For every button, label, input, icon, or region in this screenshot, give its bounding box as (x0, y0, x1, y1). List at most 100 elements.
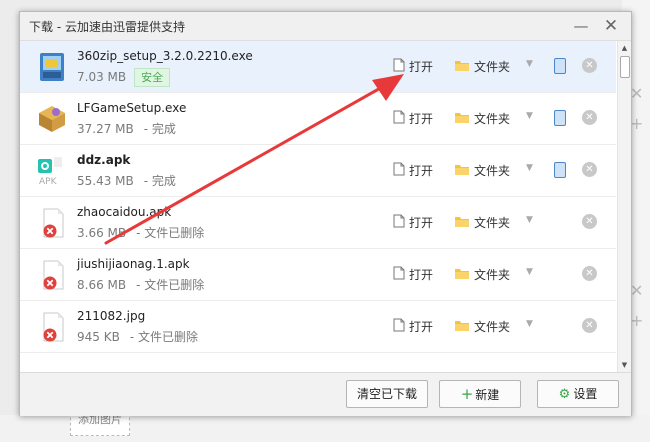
list-scrollbar[interactable]: ▲ ▼ (617, 41, 631, 372)
installer-package-icon (36, 51, 68, 83)
game-setup-icon (36, 103, 68, 135)
open-label: 打开 (409, 216, 434, 230)
remove-item-icon[interactable]: ✕ (582, 266, 597, 281)
document-icon (393, 110, 405, 130)
open-file-button[interactable]: 打开 (393, 213, 433, 233)
remove-item-icon[interactable]: ✕ (582, 58, 597, 73)
send-to-phone-icon[interactable] (554, 58, 566, 74)
remove-item-icon[interactable]: ✕ (582, 110, 597, 125)
file-status: - 完成 (143, 174, 176, 188)
open-label: 打开 (409, 268, 434, 282)
deleted-file-icon (36, 259, 68, 291)
download-row[interactable]: LFGameSetup.exe 37.27 MB - 完成 打开 文件夹 ▼ ✕ (20, 93, 616, 145)
remove-item-icon[interactable]: ✕ (582, 214, 597, 229)
file-name: jiushijiaonag.1.apk (77, 257, 190, 271)
dropdown-caret-icon[interactable]: ▼ (526, 163, 533, 173)
open-file-button[interactable]: 打开 (393, 265, 433, 285)
open-folder-button[interactable]: 文件夹 (454, 317, 510, 337)
file-name: LFGameSetup.exe (77, 101, 187, 115)
document-icon (393, 214, 405, 234)
dropdown-caret-icon[interactable]: ▼ (526, 59, 533, 69)
open-folder-button[interactable]: 文件夹 (454, 213, 510, 233)
open-folder-button[interactable]: 文件夹 (454, 109, 510, 129)
file-name: 360zip_setup_3.2.0.2210.exe (77, 49, 253, 63)
background-close-icon: ✕ (630, 281, 644, 300)
file-size: 3.66 MB (77, 226, 127, 240)
file-size: 55.43 MB (77, 174, 134, 188)
document-icon (393, 266, 405, 286)
folder-label: 文件夹 (474, 112, 511, 126)
file-name: 211082.jpg (77, 309, 146, 323)
open-folder-button[interactable]: 文件夹 (454, 161, 510, 181)
document-icon (393, 58, 405, 78)
deleted-file-icon (36, 207, 68, 239)
open-file-button[interactable]: 打开 (393, 109, 433, 129)
document-icon (393, 162, 405, 182)
apk-file-icon: APK (36, 155, 68, 187)
minimize-button[interactable]: — (568, 14, 594, 38)
file-size: 7.03 MB (77, 70, 127, 84)
new-download-button[interactable]: + 新建 (439, 380, 521, 408)
file-size: 945 KB (77, 330, 120, 344)
open-folder-button[interactable]: 文件夹 (454, 57, 510, 77)
file-meta: 945 KB - 文件已删除 (77, 328, 198, 345)
safe-badge: 安全 (134, 68, 171, 87)
download-row-partial[interactable] (20, 353, 616, 372)
dropdown-caret-icon[interactable]: ▼ (526, 319, 533, 329)
folder-label: 文件夹 (474, 164, 511, 178)
clear-downloaded-label: 清空已下载 (356, 387, 417, 401)
download-row[interactable]: jiushijiaonag.1.apk 8.66 MB - 文件已删除 打开 文件夹 ▼ ✕ (20, 249, 616, 301)
open-file-button[interactable]: 打开 (393, 161, 433, 181)
folder-icon (454, 214, 470, 234)
download-row[interactable]: APK ddz.apk 55.43 MB - 完成 打开 文件夹 ▼ ✕ (20, 145, 616, 197)
document-icon (393, 318, 405, 338)
folder-icon (454, 58, 470, 78)
dropdown-caret-icon[interactable]: ▼ (526, 215, 533, 225)
settings-label: 设置 (573, 387, 598, 401)
title-bar: 下载 - 云加速由迅雷提供支持 — ✕ (20, 12, 631, 41)
file-meta: 7.03 MB 安全 (77, 68, 171, 87)
clear-downloaded-button[interactable]: 清空已下载 (346, 380, 428, 408)
download-row[interactable]: 360zip_setup_3.2.0.2210.exe 7.03 MB 安全 打开 文件… (20, 41, 616, 93)
deleted-file-icon (36, 311, 68, 343)
folder-label: 文件夹 (474, 216, 511, 230)
folder-label: 文件夹 (474, 268, 511, 282)
open-label: 打开 (409, 112, 434, 126)
dropdown-caret-icon[interactable]: ▼ (526, 267, 533, 277)
new-download-label: 新建 (475, 388, 500, 402)
send-to-phone-icon[interactable] (554, 162, 566, 178)
settings-button[interactable]: ⚙ 设置 (537, 380, 619, 408)
remove-item-icon[interactable]: ✕ (582, 318, 597, 333)
download-list: 360zip_setup_3.2.0.2210.exe 7.03 MB 安全 打开 文件… (20, 41, 616, 372)
open-label: 打开 (409, 320, 434, 334)
folder-icon (454, 318, 470, 338)
scroll-thumb[interactable] (620, 56, 630, 78)
folder-icon (454, 110, 470, 130)
close-button[interactable]: ✕ (598, 14, 624, 38)
file-status: - 文件已删除 (136, 278, 205, 292)
open-file-button[interactable]: 打开 (393, 57, 433, 77)
dialog-footer: 清空已下载 + 新建 ⚙ 设置 (20, 372, 631, 416)
plus-icon: + (460, 385, 474, 403)
open-label: 打开 (409, 164, 434, 178)
send-to-phone-icon[interactable] (554, 110, 566, 126)
open-file-button[interactable]: 打开 (393, 317, 433, 337)
file-meta: 8.66 MB - 文件已删除 (77, 276, 204, 293)
open-folder-button[interactable]: 文件夹 (454, 265, 510, 285)
remove-item-icon[interactable]: ✕ (582, 162, 597, 177)
folder-icon (454, 266, 470, 286)
file-name: zhaocaidou.apk (77, 205, 172, 219)
download-row[interactable]: zhaocaidou.apk 3.66 MB - 文件已删除 打开 文件夹 ▼ ✕ (20, 197, 616, 249)
file-status: - 文件已删除 (129, 330, 198, 344)
scroll-down-icon[interactable]: ▼ (618, 358, 631, 372)
file-meta: 37.27 MB - 完成 (77, 120, 176, 137)
download-dialog: 下载 - 云加速由迅雷提供支持 — ✕ 360zip_setup_3.2.0.2… (19, 11, 632, 416)
folder-label: 文件夹 (474, 320, 511, 334)
scroll-up-icon[interactable]: ▲ (618, 41, 631, 55)
dropdown-caret-icon[interactable]: ▼ (526, 111, 533, 121)
folder-label: 文件夹 (474, 60, 511, 74)
download-row[interactable]: 211082.jpg 945 KB - 文件已删除 打开 文件夹 ▼ ✕ (20, 301, 616, 353)
file-status: - 文件已删除 (136, 226, 205, 240)
file-name: ddz.apk (77, 153, 131, 167)
gear-icon: ⚙ (558, 387, 571, 402)
